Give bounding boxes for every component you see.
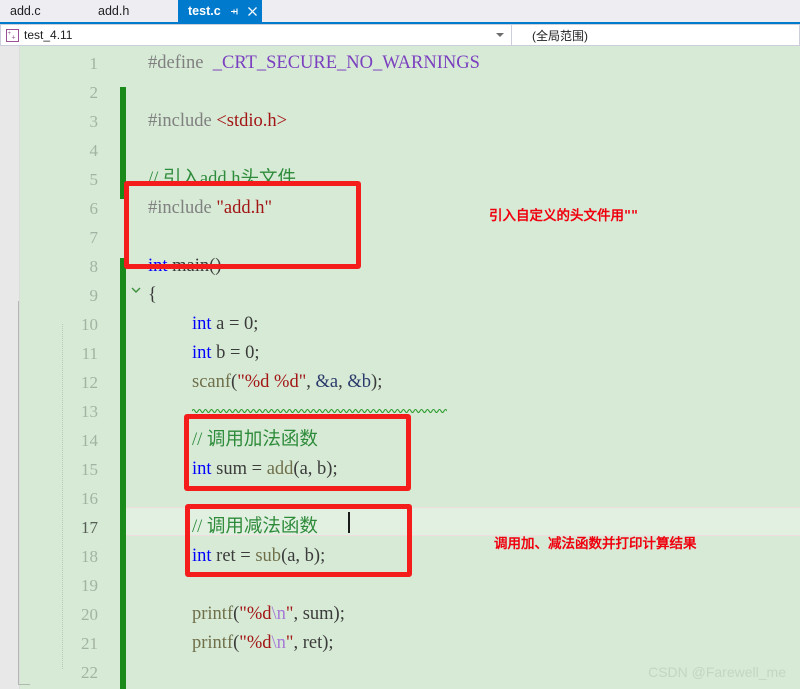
code-line[interactable]: #define _CRT_SECURE_NO_WARNINGS [148, 49, 480, 78]
code-token: &b [347, 372, 372, 392]
line-number: 15 [81, 460, 98, 479]
annotation-call-add-sub-print: 调用加、减法函数并打印计算结果 [494, 536, 697, 552]
line-number: 13 [81, 402, 98, 421]
redbox-include-addh [124, 181, 361, 269]
selection-margin[interactable] [0, 46, 20, 689]
chevron-down-icon[interactable] [130, 283, 142, 295]
code-token: printf [192, 633, 234, 653]
code-token: ); [371, 372, 383, 392]
code-token: _CRT_SECURE_NO_WARNINGS [212, 53, 480, 73]
redbox-call-sub [185, 504, 412, 577]
close-icon[interactable] [247, 6, 258, 17]
line-number: 1 [89, 54, 99, 73]
code-text-area[interactable]: #define _CRT_SECURE_NO_WARNINGS #include … [126, 46, 800, 689]
block-structure-guide [18, 301, 19, 684]
code-token: scanf [192, 372, 232, 392]
member-dropdown[interactable]: (全局范围) [512, 24, 800, 46]
code-editor-surface[interactable]: 1234567891011121314151617181920212223242… [0, 46, 800, 689]
line-number: 8 [89, 257, 99, 276]
line-number: 19 [81, 576, 98, 595]
line-number: 12 [81, 373, 98, 392]
editor-tab-strip: add.c add.h test.c [0, 0, 800, 22]
annotation-include-custom-header: 引入自定义的头文件用"" [489, 208, 639, 224]
cpp-project-icon: + + [6, 28, 19, 42]
line-number: 11 [81, 344, 98, 363]
code-token: \n [271, 633, 286, 653]
redbox-call-add [184, 414, 411, 491]
code-token: &a [315, 372, 339, 392]
editor-tab-test-c[interactable]: test.c [178, 0, 262, 22]
line-number: 22 [81, 663, 98, 682]
line-number: 2 [89, 83, 99, 102]
line-number: 17 [81, 518, 98, 537]
scope-dropdown-value: test_4.11 [24, 28, 73, 42]
line-number: 14 [81, 431, 98, 450]
csdn-watermark: CSDN @Farewell_me [648, 664, 786, 680]
line-number-gutter: 1234567891011121314151617181920212223242… [20, 46, 108, 689]
code-line[interactable]: { [148, 281, 157, 310]
editor-tab-label: add.h [98, 4, 130, 18]
line-number: 3 [89, 112, 99, 131]
code-token: #define [148, 53, 204, 73]
code-token: <stdio.h> [216, 111, 288, 131]
line-number: 7 [89, 228, 99, 247]
code-line[interactable]: scanf("%d %d", &a, &b); [192, 368, 382, 397]
code-token: "%d [239, 633, 272, 653]
code-token: , sum); [293, 604, 345, 624]
visual-studio-editor-window: add.c add.h test.c + + test_4.11 (全局范围) 12… [0, 0, 800, 689]
editor-tab-add-c[interactable]: add.c [0, 0, 88, 22]
code-token: "%d [239, 604, 272, 624]
code-line[interactable]: int b = 0; [192, 339, 259, 368]
pin-icon[interactable] [229, 6, 240, 17]
editor-tab-icons [229, 6, 258, 17]
svg-text:+: + [12, 34, 16, 41]
code-token: int [192, 314, 212, 334]
line-number: 5 [89, 170, 99, 189]
navigation-bar: + + test_4.11 (全局范围) [0, 24, 800, 46]
line-number: 18 [81, 547, 98, 566]
code-token: a = 0; [211, 314, 259, 334]
editor-tab-label: add.c [10, 4, 41, 18]
code-token: b = 0; [211, 343, 260, 363]
code-token: int [192, 343, 212, 363]
code-token: "%d %d" [237, 372, 307, 392]
chevron-down-icon[interactable] [496, 33, 504, 37]
error-squiggle-underline [191, 400, 448, 414]
code-line[interactable]: #include <stdio.h> [148, 107, 287, 136]
code-token: { [148, 285, 157, 305]
line-number: 6 [89, 199, 99, 218]
line-number: 4 [89, 141, 99, 160]
line-number: 10 [81, 315, 98, 334]
indent-guide [62, 324, 63, 669]
code-token: \n [271, 604, 286, 624]
editor-tab-label: test.c [188, 4, 221, 18]
line-number: 21 [81, 634, 98, 653]
line-number: 20 [81, 605, 98, 624]
code-token: #include [148, 111, 212, 131]
editor-tab-add-h[interactable]: add.h [88, 0, 178, 22]
scope-dropdown[interactable]: + + test_4.11 [0, 24, 512, 46]
block-structure-guide-foot [18, 684, 30, 685]
code-line[interactable]: int a = 0; [192, 310, 258, 339]
code-line[interactable]: printf("%d\n", ret); [192, 629, 334, 658]
code-token: , [338, 372, 348, 392]
code-token: , [306, 372, 316, 392]
line-number: 16 [81, 489, 98, 508]
code-token: printf [192, 604, 234, 624]
code-line[interactable]: printf("%d\n", sum); [192, 600, 345, 629]
member-dropdown-value: (全局范围) [532, 28, 588, 43]
line-number: 9 [89, 286, 99, 305]
code-token: , ret); [293, 633, 334, 653]
